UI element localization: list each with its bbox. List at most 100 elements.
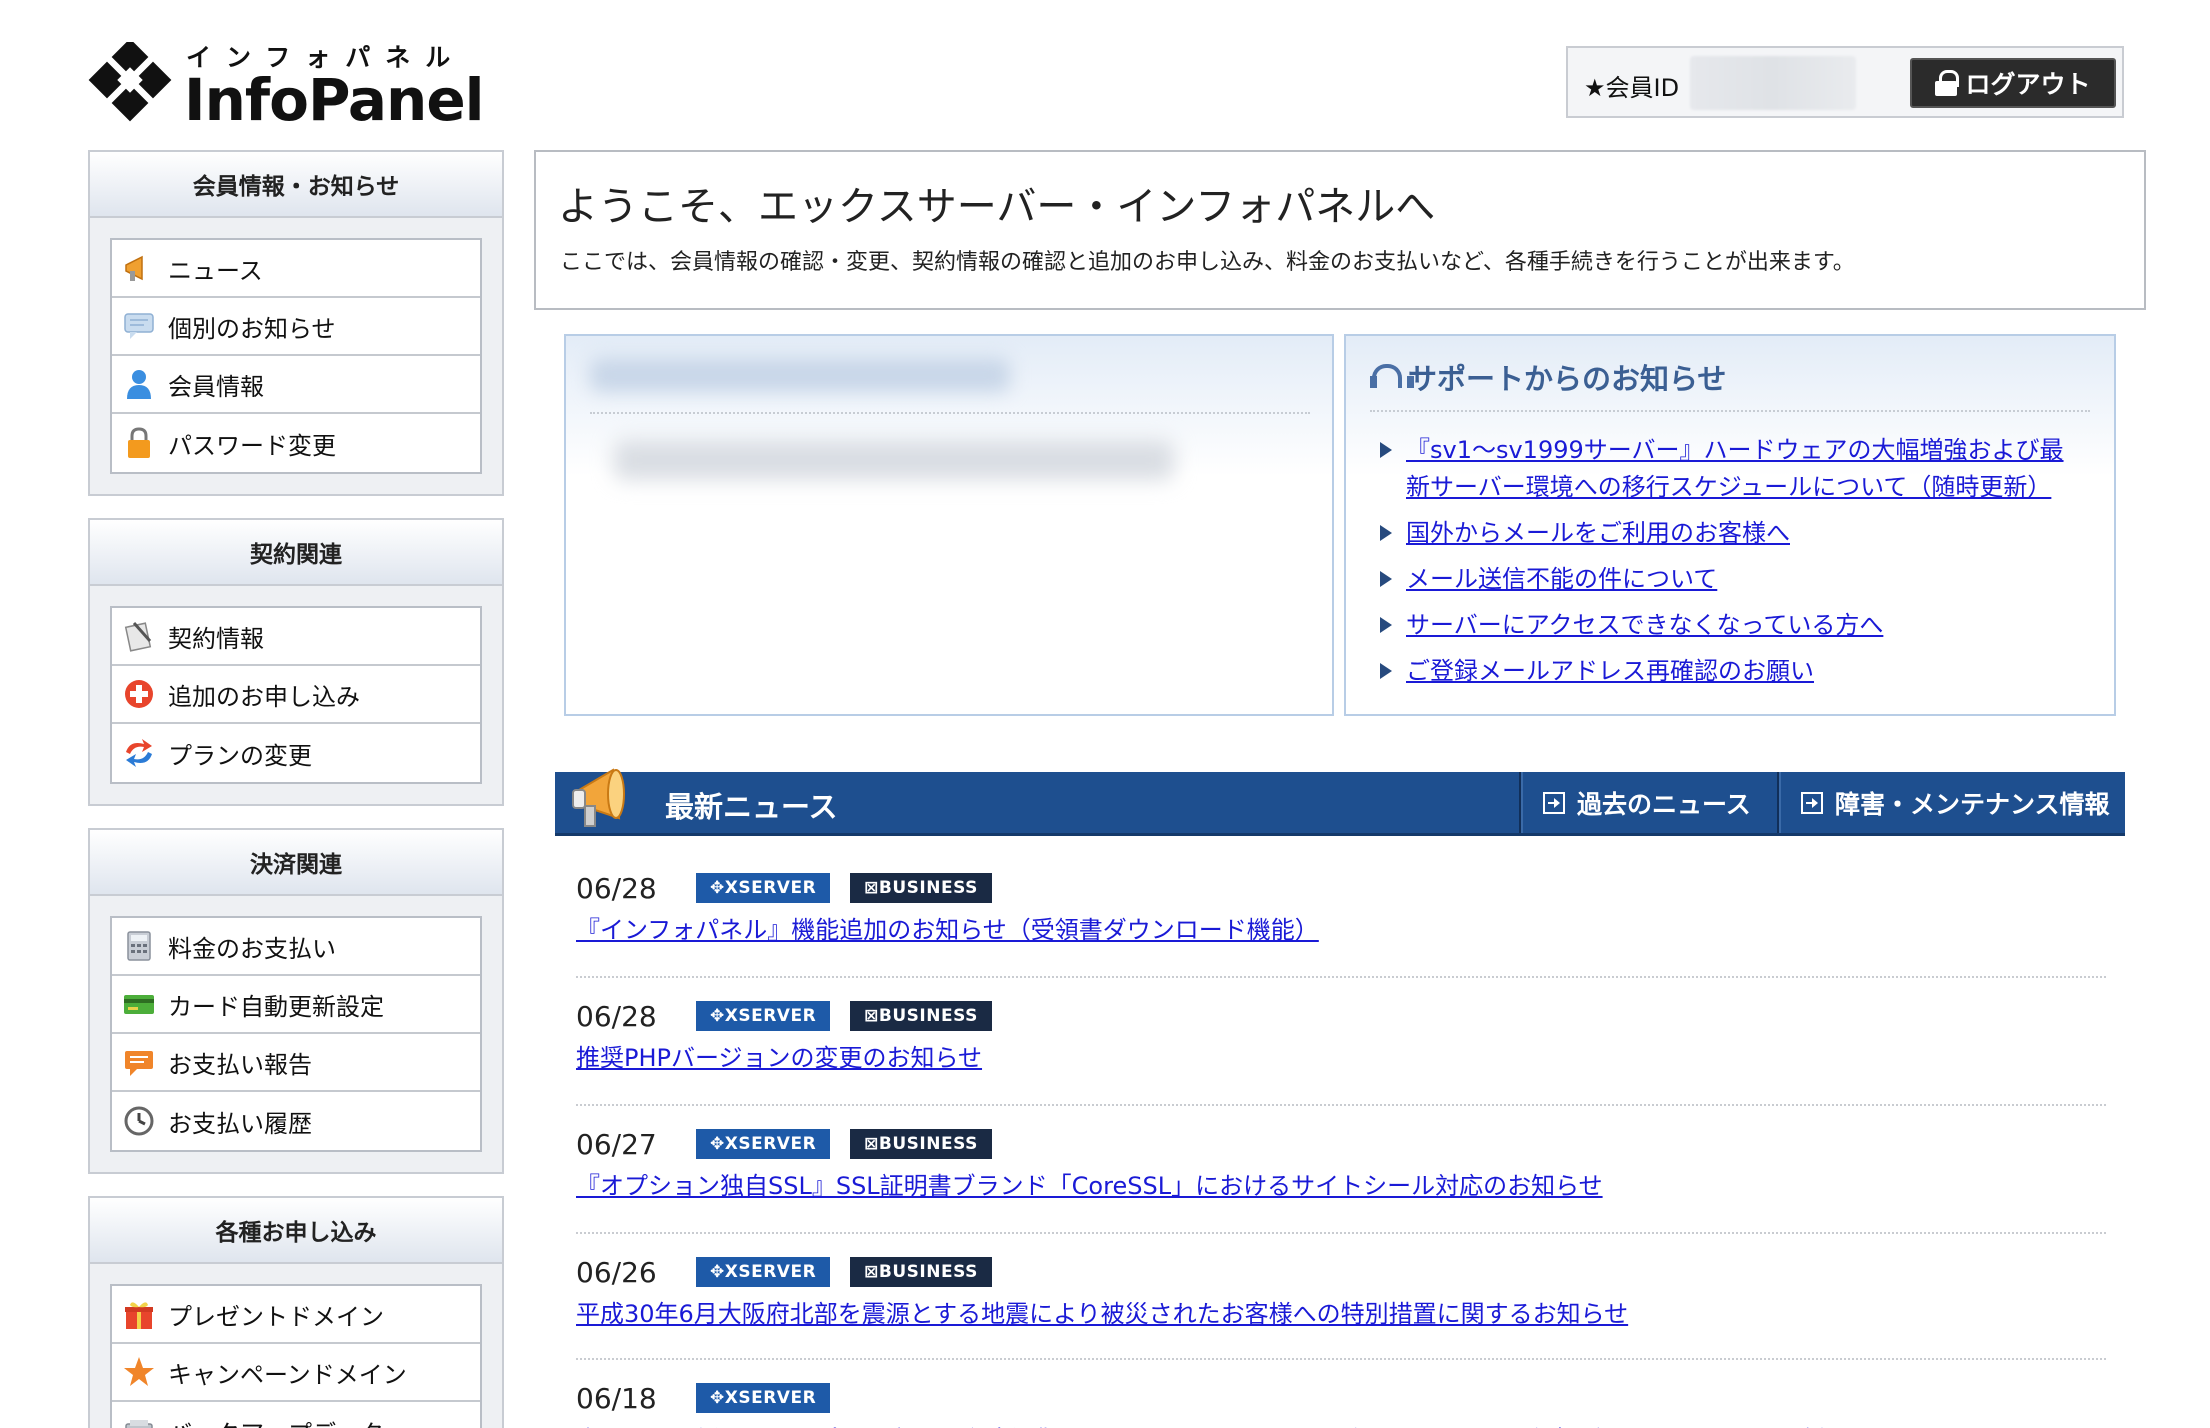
credit-card-icon [124, 995, 154, 1014]
xserver-badge: ✥XSERVER [696, 1383, 831, 1413]
sidebar-item-label: 追加のお申し込み [168, 682, 360, 711]
business-badge: ⊠BUSINESS [850, 1001, 992, 1031]
past-news-link[interactable]: 過去のニュース [1519, 772, 1777, 833]
logout-button[interactable]: ログアウト [1910, 58, 2116, 108]
sidebar-item-campaign-domain[interactable]: キャンペーンドメイン [112, 1344, 480, 1402]
news-link[interactable]: 推奨PHPバージョンの変更のお知らせ [576, 1038, 982, 1073]
sidebar-item-backup-data[interactable]: バックアップデータ [112, 1402, 480, 1428]
xserver-badge: ✥XSERVER [696, 873, 831, 903]
support-link[interactable]: メール送信不能の件について [1406, 561, 1717, 598]
infopanel-logo[interactable]: インフォパネル InfoPanel [88, 38, 485, 134]
welcome-panel: ようこそ、エックスサーバー・インフォパネルへ ここでは、会員情報の確認・変更、契… [534, 150, 2146, 310]
member-id-value [1690, 56, 1856, 110]
latest-news-bar: 最新ニュース 過去のニュース 障害・メンテナンス情報 [555, 768, 2125, 836]
megaphone-icon [125, 255, 143, 281]
backup-icon [125, 1420, 153, 1428]
sidebar-item-label: ニュース [168, 256, 263, 285]
star-icon [124, 1357, 154, 1386]
calculator-icon [127, 931, 151, 961]
clock-icon [124, 1106, 154, 1136]
sidebar-section-applications: 各種お申し込み プレゼントドメイン キャンペーンドメイン バックアップデータ [88, 1196, 504, 1428]
member-id-label: ★会員ID [1584, 74, 1680, 102]
news-link[interactable]: 『オプション独自SSL』SSL証明書ブランド「CoreSSL」におけるサイトシー… [576, 1166, 1603, 1201]
sidebar-item-member-info[interactable]: 会員情報 [112, 356, 480, 414]
panel-separator [590, 412, 1310, 414]
news-date: 06/28 [576, 871, 657, 905]
user-icon [127, 370, 151, 399]
padlock-icon [128, 427, 150, 458]
logout-label: ログアウト [1965, 70, 2091, 99]
sidebar-item-notices[interactable]: 個別のお知らせ [112, 298, 480, 356]
sidebar-section-member: 会員情報・お知らせ ニュース 個別のお知らせ 会員情報 パスワード変更 [88, 150, 504, 496]
sidebar-item-news[interactable]: ニュース [112, 240, 480, 298]
sidebar-item-label: お支払い履歴 [168, 1109, 312, 1138]
personal-notice-panel [564, 334, 1334, 716]
xserver-badge: ✥XSERVER [696, 1129, 831, 1159]
news-link[interactable]: 『インフォパネル』機能追加のお知らせ（受領書ダウンロード機能） [576, 910, 1319, 945]
sidebar-section-contract: 契約関連 契約情報 追加のお申し込み プランの変更 [88, 518, 504, 806]
sidebar-item-payment-report[interactable]: お支払い報告 [112, 1034, 480, 1092]
news-item: 06/28 ✥XSERVER ⊠BUSINESS 推奨PHPバージョンの変更のお… [576, 996, 2106, 1073]
welcome-title: ようこそ、エックスサーバー・インフォパネルへ [558, 184, 1436, 230]
sidebar-item-label: バックアップデータ [168, 1414, 384, 1428]
news-link[interactable]: 平成30年6月大阪府北部を震源とする地震により被災されたお客様への特別措置に関す… [576, 1294, 1628, 1329]
panel-separator [1370, 410, 2090, 412]
sidebar-item-password[interactable]: パスワード変更 [112, 414, 480, 472]
sidebar-item-label: パスワード変更 [168, 431, 336, 460]
support-link[interactable]: ご登録メールアドレス再確認のお願い [1406, 653, 1814, 690]
sidebar-list: 料金のお支払い カード自動更新設定 お支払い報告 お支払い履歴 [110, 916, 482, 1152]
sidebar-item-pay-fee[interactable]: 料金のお支払い [112, 918, 480, 976]
sidebar-item-label: プランの変更 [168, 741, 312, 770]
news-item: 06/28 ✥XSERVER ⊠BUSINESS 『インフォパネル』機能追加のお… [576, 868, 2106, 945]
sidebar-item-label: 個別のお知らせ [168, 314, 336, 343]
headset-icon [1370, 362, 1414, 392]
news-date: 06/27 [576, 1127, 657, 1161]
change-icon [126, 739, 152, 767]
support-title: サポートからのお知らせ [1370, 356, 1726, 398]
support-list-item: サーバーにアクセスできなくなっている方へ [1376, 607, 2076, 644]
sidebar-item-label: キャンペーンドメイン [168, 1360, 407, 1389]
sidebar-list: プレゼントドメイン キャンペーンドメイン バックアップデータ [110, 1284, 482, 1428]
maintenance-info-link[interactable]: 障害・メンテナンス情報 [1777, 772, 2125, 833]
news-item: 06/27 ✥XSERVER ⊠BUSINESS 『オプション独自SSL』SSL… [576, 1124, 2106, 1201]
sidebar-item-label: 会員情報 [168, 372, 264, 401]
welcome-description: ここでは、会員情報の確認・変更、契約情報の確認と追加のお申し込み、料金のお支払い… [560, 250, 1855, 275]
sidebar-section-title: 各種お申し込み [90, 1198, 502, 1264]
news-date: 06/18 [576, 1381, 657, 1415]
news-link[interactable]: 本日のお電話によるサポート窓口の臨時休業、およびメールでのお問い合わせについて(… [576, 1420, 1850, 1428]
sidebar-section-title: 契約関連 [90, 520, 502, 586]
xserver-badge: ✥XSERVER [696, 1257, 831, 1287]
sidebar-item-present-domain[interactable]: プレゼントドメイン [112, 1286, 480, 1344]
support-list-item: メール送信不能の件について [1376, 561, 2076, 598]
news-separator [576, 1232, 2106, 1234]
logo-text: InfoPanel [184, 66, 485, 134]
sidebar-item-label: お支払い報告 [168, 1050, 312, 1079]
sidebar-item-plan-change[interactable]: プランの変更 [112, 724, 480, 782]
sidebar-item-contract-info[interactable]: 契約情報 [112, 608, 480, 666]
megaphone-icon [572, 768, 625, 827]
lock-icon [1935, 70, 1960, 96]
sidebar-section-title: 会員情報・お知らせ [90, 152, 502, 218]
maintenance-info-label: 障害・メンテナンス情報 [1835, 789, 2110, 819]
gift-icon [125, 1302, 153, 1329]
sidebar-section-title: 決済関連 [90, 830, 502, 896]
support-link[interactable]: 『sv1～sv1999サーバー』ハードウェアの大幅増強および最新サーバー環境への… [1406, 432, 2076, 506]
news-separator [576, 976, 2106, 978]
sidebar-item-payment-history[interactable]: お支払い履歴 [112, 1092, 480, 1150]
sidebar-item-card-renewal[interactable]: カード自動更新設定 [112, 976, 480, 1034]
sidebar-list: 契約情報 追加のお申し込み プランの変更 [110, 606, 482, 784]
xserver-badge: ✥XSERVER [696, 1001, 831, 1031]
sidebar-item-add-order[interactable]: 追加のお申し込み [112, 666, 480, 724]
support-list-item: 国外からメールをご利用のお客様へ [1376, 515, 2076, 552]
arrow-box-icon [1801, 791, 1823, 814]
support-link[interactable]: サーバーにアクセスできなくなっている方へ [1406, 607, 1883, 644]
news-item: 06/26 ✥XSERVER ⊠BUSINESS 平成30年6月大阪府北部を震源… [576, 1252, 2106, 1329]
speech-bubble-icon [124, 313, 154, 339]
support-link[interactable]: 国外からメールをご利用のお客様へ [1406, 515, 1790, 552]
report-icon [125, 1051, 153, 1076]
support-list-item: ご登録メールアドレス再確認のお願い [1376, 653, 2076, 690]
sidebar-section-payment: 決済関連 料金のお支払い カード自動更新設定 お支払い報告 お支払い履歴 [88, 828, 504, 1174]
support-notice-panel: サポートからのお知らせ 『sv1～sv1999サーバー』ハードウェアの大幅増強お… [1344, 334, 2116, 716]
business-badge: ⊠BUSINESS [850, 873, 992, 903]
business-badge: ⊠BUSINESS [850, 1129, 992, 1159]
